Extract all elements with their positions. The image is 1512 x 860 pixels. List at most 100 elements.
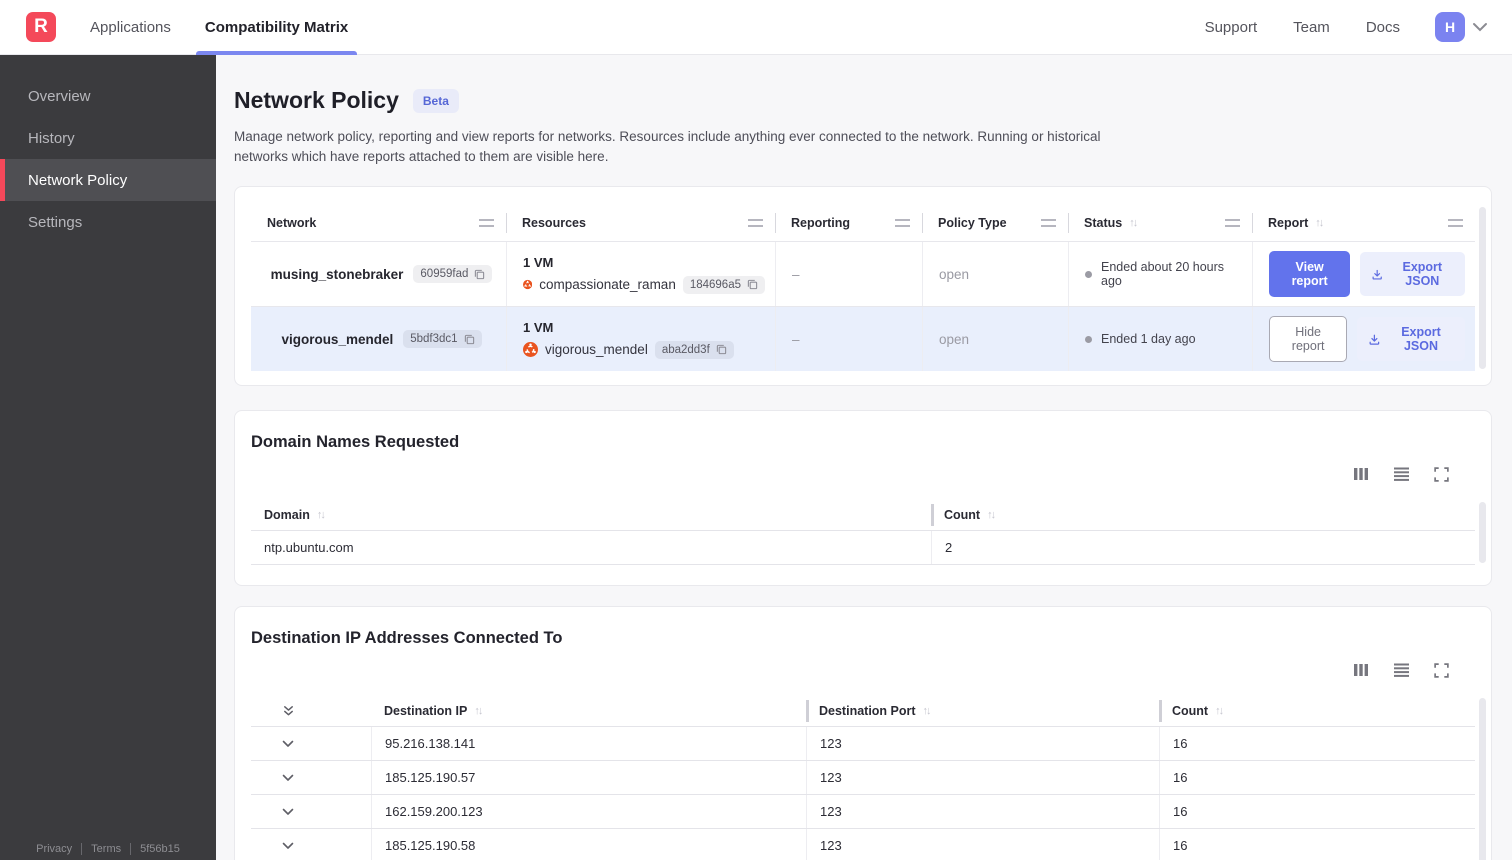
primary-nav: Applications Compatibility Matrix <box>73 0 365 55</box>
copy-icon[interactable] <box>747 279 758 290</box>
column-header-count[interactable]: Count <box>1159 696 1475 726</box>
column-header-domain[interactable]: Domain <box>251 500 931 530</box>
table-scrollbar[interactable] <box>1479 207 1486 370</box>
domain-cell: ntp.ubuntu.com <box>264 540 354 556</box>
sort-icon[interactable] <box>1215 705 1222 717</box>
column-header-network[interactable]: Network <box>251 205 506 241</box>
table-row: ntp.ubuntu.com 2 <box>251 530 1475 566</box>
resources-cell: 1 VM vigorous_mendel aba2dd3f <box>506 307 775 372</box>
copy-icon[interactable] <box>464 334 475 345</box>
divider <box>81 843 83 855</box>
page-description: Manage network policy, reporting and vie… <box>234 129 1101 164</box>
resource-name: compassionate_raman <box>539 277 676 293</box>
table-toolbar <box>251 462 1449 486</box>
domain-table-header: Domain Count <box>251 500 1475 530</box>
export-json-button[interactable]: Export JSON <box>1360 252 1465 297</box>
row-expand-chevron-icon[interactable] <box>251 829 371 860</box>
ubuntu-icon <box>523 342 538 358</box>
rows-icon[interactable] <box>1393 466 1410 482</box>
column-header-count[interactable]: Count <box>931 500 1475 530</box>
count-cell: 16 <box>1159 761 1475 795</box>
expand-all-icon[interactable] <box>251 696 371 726</box>
column-resize-handle[interactable] <box>1225 219 1240 228</box>
report-cell: View report Export JSON <box>1252 242 1475 307</box>
column-resize-handle[interactable] <box>1041 219 1056 228</box>
network-cell: vigorous_mendel 5bdf3dc1 <box>251 307 506 371</box>
nav-link-support[interactable]: Support <box>1187 19 1276 36</box>
column-header-report[interactable]: Report <box>1252 205 1475 241</box>
row-expand-chevron-icon[interactable] <box>251 795 371 828</box>
column-resize-handle[interactable] <box>895 219 910 228</box>
export-json-button[interactable]: Export JSON <box>1357 317 1465 362</box>
destination-ip-cell: 185.125.190.57 <box>371 761 806 795</box>
count-cell: 16 <box>1159 795 1475 829</box>
fullscreen-icon[interactable] <box>1434 466 1449 482</box>
privacy-link[interactable]: Privacy <box>36 843 72 855</box>
view-report-button[interactable]: View report <box>1269 251 1351 298</box>
destination-port-cell: 123 <box>806 795 1159 829</box>
sidebar-item-settings[interactable]: Settings <box>0 201 216 243</box>
report-cell: Hide report Export JSON <box>1252 307 1475 372</box>
divider <box>130 843 132 855</box>
sidebar-footer: Privacy Terms 5f56b15 <box>0 843 216 855</box>
network-name: musing_stonebraker <box>270 266 404 282</box>
table-row: 185.125.190.58 123 16 <box>251 828 1475 860</box>
column-resize-handle[interactable] <box>479 219 494 228</box>
sort-icon[interactable] <box>317 509 324 521</box>
sidebar-item-overview[interactable]: Overview <box>0 75 216 117</box>
sidebar-item-network-policy[interactable]: Network Policy <box>0 159 216 201</box>
column-header-destination-port[interactable]: Destination Port <box>806 696 1159 726</box>
column-header-reporting[interactable]: Reporting <box>775 205 922 241</box>
network-policy-card: Network Resources Reporting Policy Type <box>234 186 1492 387</box>
copy-icon[interactable] <box>474 269 485 280</box>
hide-report-button[interactable]: Hide report <box>1269 316 1348 363</box>
count-cell: 16 <box>1159 829 1475 860</box>
nav-link-team[interactable]: Team <box>1275 19 1348 36</box>
copy-icon[interactable] <box>716 344 727 355</box>
download-icon <box>1372 269 1383 280</box>
status-cell: Ended about 20 hours ago <box>1068 242 1252 307</box>
sort-icon[interactable] <box>1315 217 1322 229</box>
network-table-header: Network Resources Reporting Policy Type <box>251 205 1475 241</box>
column-header-status[interactable]: Status <box>1068 205 1252 241</box>
sidebar: Overview History Network Policy Settings… <box>0 55 216 860</box>
column-header-destination-ip[interactable]: Destination IP <box>371 696 806 726</box>
table-scrollbar[interactable] <box>1479 698 1486 860</box>
status-text: Ended 1 day ago <box>1101 332 1196 347</box>
destination-port-cell: 123 <box>806 727 1159 761</box>
status-cell: Ended 1 day ago <box>1068 307 1252 372</box>
row-expand-chevron-icon[interactable] <box>251 727 371 760</box>
rows-icon[interactable] <box>1393 662 1410 678</box>
sort-icon[interactable] <box>474 705 481 717</box>
sidebar-item-history[interactable]: History <box>0 117 216 159</box>
network-cell: musing_stonebraker 60959fad <box>251 242 506 306</box>
chevron-down-icon[interactable] <box>1472 22 1488 32</box>
column-header-resources[interactable]: Resources <box>506 205 775 241</box>
columns-icon[interactable] <box>1353 662 1369 678</box>
app-logo[interactable]: R <box>26 12 56 42</box>
sort-icon[interactable] <box>923 705 930 717</box>
table-scrollbar[interactable] <box>1479 502 1486 564</box>
user-avatar[interactable]: H <box>1435 12 1465 42</box>
resources-cell: 1 VM compassionate_raman 184696a5 <box>506 242 775 307</box>
card-title: Destination IP Addresses Connected To <box>251 629 563 648</box>
domain-names-card: Domain Names Requested Domain Count <box>234 410 1492 587</box>
sort-icon[interactable] <box>987 509 994 521</box>
row-expand-chevron-icon[interactable] <box>251 761 371 794</box>
reporting-cell: – <box>775 307 922 372</box>
columns-icon[interactable] <box>1353 466 1369 482</box>
nav-link-docs[interactable]: Docs <box>1348 19 1418 36</box>
column-resize-handle[interactable] <box>1448 219 1463 228</box>
status-text: Ended about 20 hours ago <box>1101 260 1225 289</box>
column-resize-handle[interactable] <box>748 219 763 228</box>
destination-port-cell: 123 <box>806 829 1159 860</box>
column-header-policy-type[interactable]: Policy Type <box>922 205 1068 241</box>
destination-table-header: Destination IP Destination Port Count <box>251 696 1475 726</box>
table-row: 185.125.190.57 123 16 <box>251 760 1475 795</box>
sort-icon[interactable] <box>1129 217 1136 229</box>
resource-name: vigorous_mendel <box>545 342 648 358</box>
terms-link[interactable]: Terms <box>91 843 121 855</box>
nav-tab-compatibility-matrix[interactable]: Compatibility Matrix <box>188 0 365 55</box>
nav-tab-applications[interactable]: Applications <box>73 0 188 55</box>
fullscreen-icon[interactable] <box>1434 662 1449 678</box>
